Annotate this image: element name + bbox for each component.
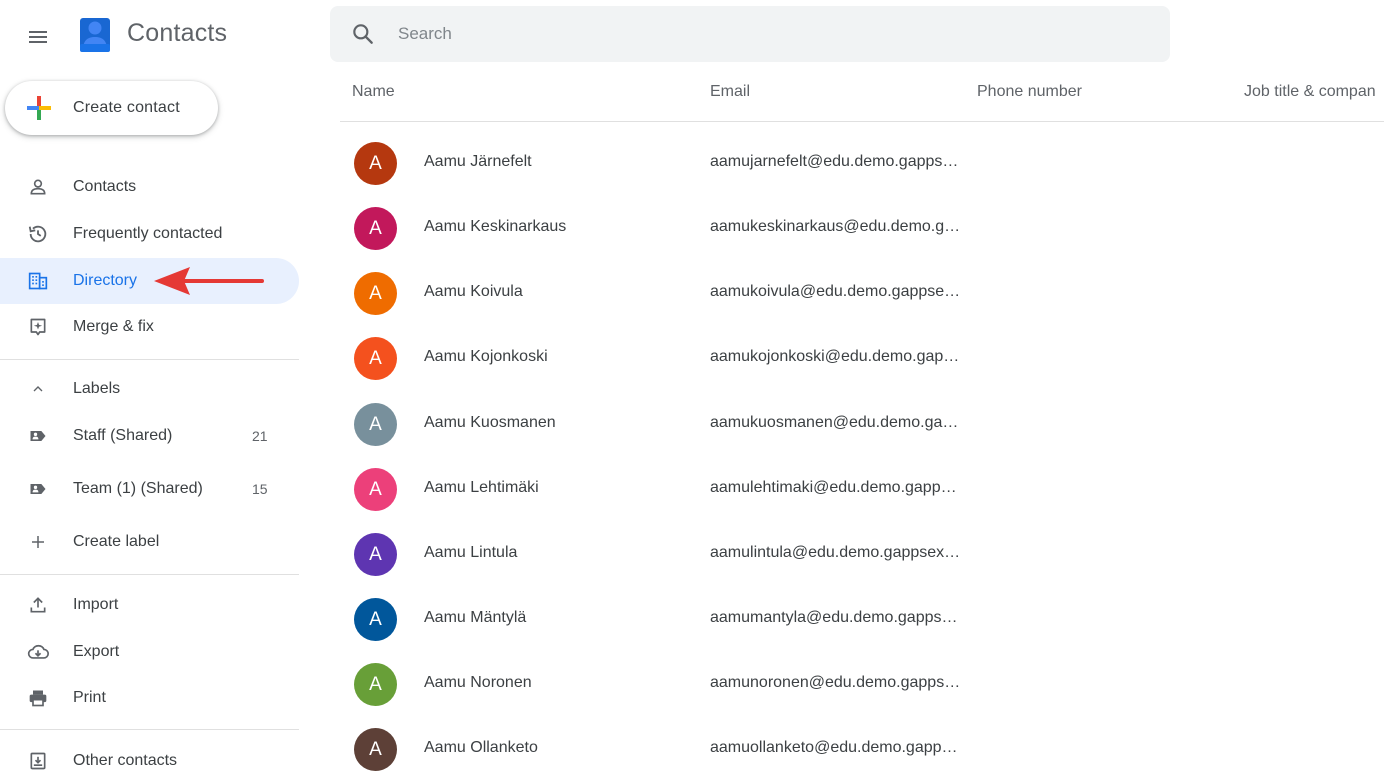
contact-email: aamukojonkoski@edu.demo.gap… [710, 348, 960, 365]
directory-building-icon [27, 270, 49, 292]
label-shared-icon [27, 478, 49, 500]
sidebar-divider [0, 729, 299, 730]
search-input[interactable] [396, 23, 1096, 45]
contact-name: Aamu Lehtimäki [424, 479, 539, 496]
label-count: 15 [252, 481, 268, 497]
labels-header: Labels [73, 380, 121, 397]
create-label-button[interactable]: Create label [0, 519, 299, 565]
sidebar: Create contact Contacts Frequently conta… [0, 72, 300, 778]
contact-name: Aamu Keskinarkaus [424, 218, 567, 235]
contact-name: Aamu Lintula [424, 544, 518, 561]
sidebar-divider [0, 574, 299, 575]
sidebar-item-label: Directory [73, 272, 138, 289]
contact-email: aamukoivula@edu.demo.gappse… [710, 283, 961, 300]
contacts-person-icon[interactable] [74, 14, 114, 54]
cloud-download-icon [27, 641, 49, 663]
table-row[interactable]: A Aamu Lintula aamulintula@edu.demo.gapp… [340, 522, 1384, 587]
search-icon[interactable] [350, 21, 376, 47]
search-bar[interactable] [330, 6, 1170, 62]
sidebar-item-label: Export [73, 643, 120, 660]
contact-email: aamukuosmanen@edu.demo.ga… [710, 414, 959, 431]
table-row[interactable]: A Aamu Kojonkoski aamukojonkoski@edu.dem… [340, 326, 1384, 391]
sidebar-item-label: Contacts [73, 178, 137, 195]
contact-name: Aamu Mäntylä [424, 609, 527, 626]
contact-email: aamujarnefelt@edu.demo.gapps… [710, 153, 959, 170]
chevron-up-icon [27, 378, 49, 400]
contact-name: Aamu Kojonkoski [424, 348, 548, 365]
sidebar-label-team-shared[interactable]: Team (1) (Shared) 15 [0, 466, 299, 512]
annotation-arrow-icon [154, 267, 264, 295]
contact-email: aamulintula@edu.demo.gappsex… [710, 544, 961, 561]
contacts-table-header: Name Email Phone number Job title & comp… [340, 72, 1384, 122]
column-header-phone[interactable]: Phone number [977, 83, 1082, 101]
avatar: A [354, 468, 397, 511]
avatar: A [354, 728, 397, 771]
sidebar-label-name: Team (1) (Shared) [73, 480, 203, 497]
person-outline-icon [27, 176, 49, 198]
sidebar-item-label: Other contacts [73, 752, 178, 769]
label-count: 21 [252, 428, 268, 444]
contact-email: aamumantyla@edu.demo.gapps… [710, 609, 958, 626]
sidebar-item-other-contacts[interactable]: Other contacts [0, 738, 299, 784]
sidebar-item-label: Frequently contacted [73, 225, 223, 242]
avatar: A [354, 533, 397, 576]
top-app-bar: Contacts [0, 0, 1384, 72]
column-header-email[interactable]: Email [710, 83, 750, 101]
contact-name: Aamu Koivula [424, 283, 523, 300]
create-label-text: Create label [73, 533, 160, 550]
contact-email: aamuollanketo@edu.demo.gapp… [710, 739, 958, 756]
sidebar-item-contacts[interactable]: Contacts [0, 164, 299, 210]
avatar: A [354, 337, 397, 380]
history-icon [27, 223, 49, 245]
sidebar-item-label: Merge & fix [73, 318, 154, 335]
sidebar-item-export[interactable]: Export [0, 629, 299, 675]
create-contact-label: Create contact [73, 99, 180, 116]
column-header-job-title[interactable]: Job title & compan [1244, 83, 1376, 101]
sidebar-item-frequently-contacted[interactable]: Frequently contacted [0, 211, 299, 257]
sidebar-item-label: Import [73, 596, 119, 613]
sidebar-label-staff-shared[interactable]: Staff (Shared) 21 [0, 413, 299, 459]
contact-name: Aamu Ollanketo [424, 739, 538, 756]
contact-email: aamunoronen@edu.demo.gapps… [710, 674, 961, 691]
merge-fix-icon [27, 316, 49, 338]
sidebar-item-import[interactable]: Import [0, 582, 299, 628]
inbox-download-icon [27, 750, 49, 772]
printer-icon [27, 687, 49, 709]
app-title: Contacts [127, 19, 228, 47]
sidebar-item-label: Print [73, 689, 106, 706]
column-header-name[interactable]: Name [352, 83, 395, 101]
labels-section-toggle[interactable]: Labels [0, 366, 299, 412]
contact-name: Aamu Noronen [424, 674, 532, 691]
avatar: A [354, 598, 397, 641]
contact-name: Aamu Kuosmanen [424, 414, 556, 431]
upload-icon [27, 594, 49, 616]
table-row[interactable]: A Aamu Noronen aamunoronen@edu.demo.gapp… [340, 652, 1384, 717]
contact-name: Aamu Järnefelt [424, 153, 532, 170]
plus-multicolor-icon [27, 96, 51, 120]
table-row[interactable]: A Aamu Kuosmanen aamukuosmanen@edu.demo.… [340, 392, 1384, 457]
avatar: A [354, 403, 397, 446]
contact-email: aamukeskinarkaus@edu.demo.g… [710, 218, 961, 235]
avatar: A [354, 272, 397, 315]
table-row[interactable]: A Aamu Lehtimäki aamulehtimaki@edu.demo.… [340, 457, 1384, 522]
main-menu-button[interactable] [18, 17, 58, 57]
contact-email: aamulehtimaki@edu.demo.gapp… [710, 479, 957, 496]
plus-icon [27, 531, 49, 553]
table-row[interactable]: A Aamu Mäntylä aamumantyla@edu.demo.gapp… [340, 587, 1384, 652]
avatar: A [354, 142, 397, 185]
table-row[interactable]: A Aamu Järnefelt aamujarnefelt@edu.demo.… [340, 131, 1384, 196]
sidebar-divider [0, 359, 299, 360]
hamburger-menu-icon [29, 31, 47, 43]
sidebar-label-name: Staff (Shared) [73, 427, 173, 444]
table-row[interactable]: A Aamu Keskinarkaus aamukeskinarkaus@edu… [340, 196, 1384, 261]
avatar: A [354, 663, 397, 706]
sidebar-item-merge-fix[interactable]: Merge & fix [0, 304, 299, 350]
table-row[interactable]: A Aamu Ollanketo aamuollanketo@edu.demo.… [340, 717, 1384, 782]
sidebar-item-print[interactable]: Print [0, 675, 299, 721]
label-shared-icon [27, 425, 49, 447]
create-contact-button[interactable]: Create contact [5, 81, 218, 135]
table-row[interactable]: A Aamu Koivula aamukoivula@edu.demo.gapp… [340, 261, 1384, 326]
avatar: A [354, 207, 397, 250]
